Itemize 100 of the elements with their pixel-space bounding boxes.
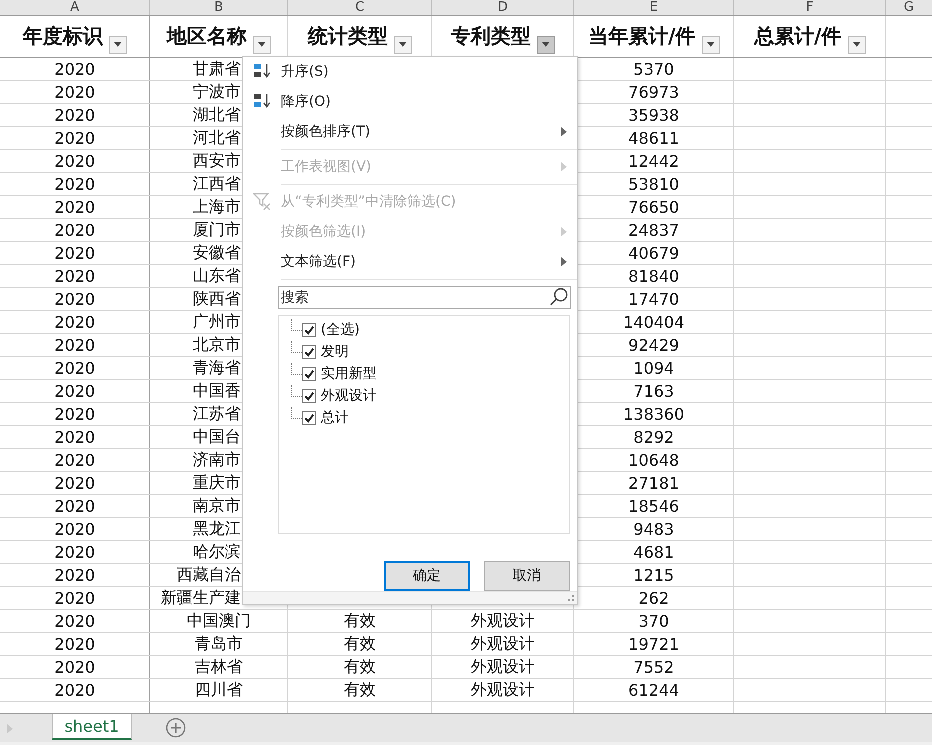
checkbox-label[interactable]: 实用新型 <box>321 365 377 383</box>
column-header: 统计类型 <box>308 23 388 50</box>
filter-dropdown-button[interactable] <box>537 36 555 54</box>
table-cell: 7163 <box>634 382 674 400</box>
table-cell: 2020 <box>54 588 96 608</box>
filter-dropdown-button[interactable] <box>702 36 720 54</box>
table-cell: 外观设计 <box>471 610 535 632</box>
table-cell: 重庆市 <box>193 472 241 494</box>
filter-dropdown-button[interactable] <box>109 36 127 54</box>
table-cell: 2020 <box>54 382 96 400</box>
table-cell: 2020 <box>54 612 96 630</box>
table-cell: 2020 <box>54 128 96 148</box>
table-cell: 2020 <box>54 474 96 492</box>
table-cell: 81840 <box>628 266 680 286</box>
table-cell: 河北省 <box>193 128 241 148</box>
checkbox-label[interactable]: 总计 <box>321 409 349 427</box>
column-letter[interactable]: A <box>70 0 80 15</box>
table-cell: 有效 <box>344 634 376 654</box>
column-header: 总累计/件 <box>754 23 842 50</box>
filter-dropdown-button[interactable] <box>394 36 412 54</box>
column-letter[interactable]: B <box>214 0 224 15</box>
table-cell: 2020 <box>54 634 96 654</box>
add-sheet-icon[interactable] <box>166 718 186 738</box>
dialog-button[interactable]: 取消 <box>484 561 570 591</box>
column-letter[interactable]: C <box>355 0 365 15</box>
table-cell: 2020 <box>54 198 96 216</box>
table-cell: 2020 <box>54 496 96 516</box>
table-cell: 2020 <box>54 220 96 240</box>
table-cell: 2020 <box>54 152 96 170</box>
table-cell: 山东省 <box>193 266 241 286</box>
table-cell: 76650 <box>628 198 680 216</box>
table-cell: 四川省 <box>195 680 243 700</box>
table-cell: 有效 <box>344 680 376 700</box>
sheet-tab[interactable]: sheet1 <box>52 714 132 740</box>
checkbox[interactable] <box>302 389 316 403</box>
table-cell: 370 <box>638 612 670 630</box>
filter-dropdown-button[interactable] <box>848 36 866 54</box>
menu-item[interactable]: 按颜色排序(T) <box>243 117 577 147</box>
table-cell: 广州市 <box>193 312 241 332</box>
table-cell: 中国香 <box>193 380 241 402</box>
table-cell: 安徽省 <box>193 242 241 264</box>
checkbox-label[interactable]: (全选) <box>321 321 360 339</box>
table-cell: 外观设计 <box>471 634 535 654</box>
table-cell: 有效 <box>344 610 376 632</box>
column-letter[interactable]: E <box>650 0 658 15</box>
checkbox-label[interactable]: 发明 <box>321 343 349 361</box>
table-cell: 北京市 <box>193 334 241 356</box>
table-cell: 2020 <box>54 566 96 584</box>
table-cell: 1215 <box>634 566 674 584</box>
table-cell: 厦门市 <box>193 220 241 240</box>
menu-item[interactable]: 降序(O) <box>243 87 577 117</box>
table-cell: 上海市 <box>193 196 241 218</box>
table-cell: 中国澳门 <box>187 610 251 632</box>
menu-item[interactable]: 文本筛选(F) <box>243 247 577 277</box>
table-cell: 48611 <box>628 128 680 148</box>
checkbox[interactable] <box>302 323 316 337</box>
table-cell: 江苏省 <box>193 404 241 424</box>
table-cell: 262 <box>638 588 670 608</box>
checkbox-label[interactable]: 外观设计 <box>321 387 377 405</box>
scroll-left-icon <box>6 723 14 735</box>
table-cell: 黑龙江 <box>193 518 241 540</box>
table-cell: 西安市 <box>193 150 241 172</box>
table-cell: 92429 <box>628 336 680 354</box>
column-letter[interactable]: G <box>904 0 914 15</box>
checkbox[interactable] <box>302 345 316 359</box>
resize-grip-icon <box>568 595 574 601</box>
table-cell: 新疆生产建 <box>161 588 241 608</box>
table-cell: 76973 <box>628 82 680 102</box>
table-cell: 138360 <box>623 404 685 424</box>
search-field[interactable]: 搜索 <box>278 286 571 309</box>
table-cell: 陕西省 <box>193 288 241 310</box>
table-cell: 2020 <box>54 520 96 538</box>
table-cell: 4681 <box>634 542 674 562</box>
filter-dropdown-button[interactable] <box>253 36 271 54</box>
table-cell: 2020 <box>54 542 96 562</box>
search-icon <box>549 287 569 307</box>
table-cell: 西藏自治 <box>177 564 241 586</box>
column-header: 年度标识 <box>23 23 103 50</box>
dialog-button[interactable]: 确定 <box>384 561 470 591</box>
table-cell: 江西省 <box>193 174 241 194</box>
table-cell: 2020 <box>54 336 96 354</box>
table-cell: 10648 <box>628 450 680 470</box>
column-header: 地区名称 <box>167 23 247 50</box>
table-cell: 2020 <box>54 404 96 424</box>
column-letter[interactable]: F <box>806 0 814 15</box>
table-cell: 2020 <box>54 244 96 262</box>
table-cell: 61244 <box>628 680 680 700</box>
table-cell: 有效 <box>344 656 376 678</box>
checkbox[interactable] <box>302 367 316 381</box>
checkbox[interactable] <box>302 411 316 425</box>
table-cell: 济南市 <box>193 450 241 470</box>
table-cell: 35938 <box>628 106 680 124</box>
table-cell: 5370 <box>634 60 674 78</box>
table-cell: 宁波市 <box>193 82 241 102</box>
table-cell: 2020 <box>54 680 96 700</box>
column-letter[interactable]: D <box>498 0 508 15</box>
table-cell: 17470 <box>628 290 680 308</box>
menu-item[interactable]: 升序(S) <box>243 57 577 87</box>
table-cell: 53810 <box>628 174 680 194</box>
table-cell: 18546 <box>628 496 680 516</box>
